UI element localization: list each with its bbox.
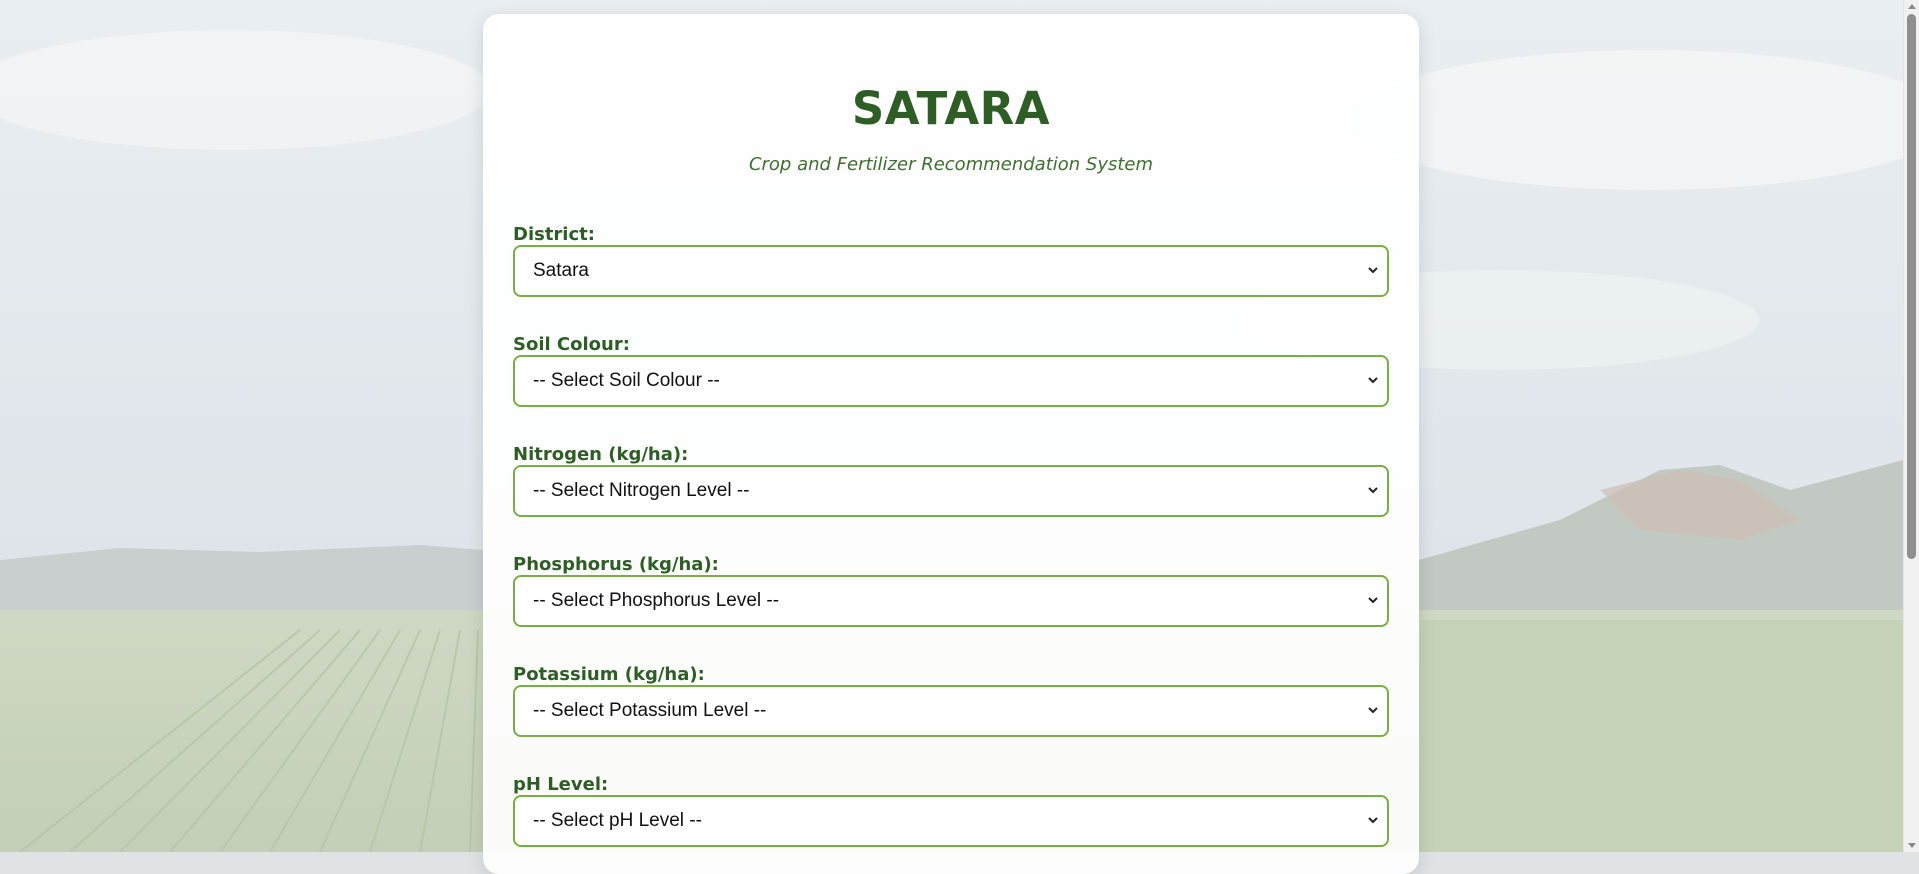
nitrogen-label: Nitrogen (kg/ha): [513,444,689,465]
ph-level-select[interactable]: -- Select pH Level -- [513,795,1389,847]
district-select-value: Satara [533,260,589,281]
page-scrollbar[interactable] [1903,0,1919,852]
phosphorus-select[interactable]: -- Select Phosphorus Level -- [513,575,1389,627]
soil-colour-select[interactable]: -- Select Soil Colour -- [513,355,1389,407]
potassium-select-value: -- Select Potassium Level -- [533,700,767,721]
scroll-up-arrow-icon[interactable] [1908,4,1916,9]
potassium-label: Potassium (kg/ha): [513,664,705,685]
soil-colour-select-value: -- Select Soil Colour -- [533,370,720,391]
chevron-down-icon [1368,597,1378,604]
chevron-down-icon [1368,487,1378,494]
chevron-down-icon [1368,707,1378,714]
chevron-down-icon [1368,817,1378,824]
nitrogen-select-value: -- Select Nitrogen Level -- [533,480,750,501]
page-title: SATARA [851,82,1051,135]
scrollbar-thumb[interactable] [1907,14,1916,559]
district-label: District: [513,224,595,245]
phosphorus-label: Phosphorus (kg/ha): [513,554,719,575]
chevron-down-icon [1368,377,1378,384]
district-select[interactable]: Satara [513,245,1389,297]
chevron-down-icon [1368,267,1378,274]
form-card: SATARA Crop and Fertilizer Recommendatio… [483,14,1419,874]
phosphorus-select-value: -- Select Phosphorus Level -- [533,590,780,611]
nitrogen-select[interactable]: -- Select Nitrogen Level -- [513,465,1389,517]
page-subtitle: Crop and Fertilizer Recommendation Syste… [748,154,1154,175]
soil-colour-label: Soil Colour: [513,334,630,355]
potassium-select[interactable]: -- Select Potassium Level -- [513,685,1389,737]
scroll-down-arrow-icon[interactable] [1908,843,1916,848]
ph-level-select-value: -- Select pH Level -- [533,810,702,831]
ph-level-label: pH Level: [513,774,609,795]
